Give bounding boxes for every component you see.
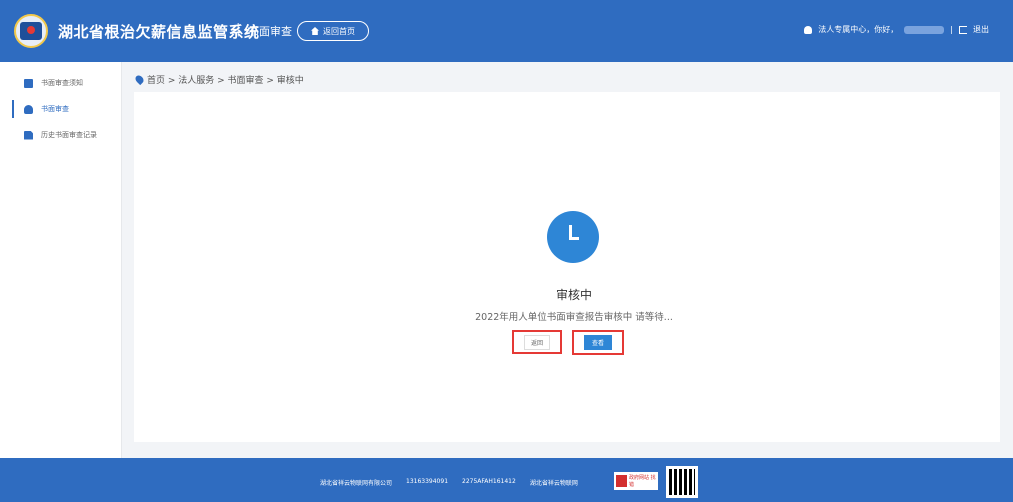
footer-slogan: 湖北省祥云物联网	[529, 480, 578, 487]
document-icon	[24, 130, 33, 140]
badge-text: 政府网站 找错	[629, 475, 656, 488]
main-content-panel	[134, 92, 1000, 442]
sidebar-item-history[interactable]: 历史书面审查记录	[0, 122, 121, 148]
footer-info: 湖北省祥云物联网有限公司 13163394091 2275AFAH161412 …	[320, 478, 578, 487]
sidebar-item-label: 历史书面审查记录	[41, 131, 97, 139]
sidebar-item-label: 书面审查	[41, 105, 69, 113]
book-icon	[24, 78, 33, 88]
clock-icon	[547, 211, 599, 263]
back-button[interactable]: 返回	[523, 334, 550, 350]
view-button[interactable]: 查看	[583, 335, 612, 350]
module-name: 书面审查	[248, 25, 292, 38]
sidebar: 书面审查须知 书面审查 历史书面审查记录	[0, 62, 122, 458]
location-pin-icon	[133, 73, 146, 86]
footer-phone: 13163394091	[406, 478, 449, 485]
logout-link[interactable]: 退出	[973, 24, 989, 35]
breadcrumb: 首页 > 法人服务 > 书面审查 > 审核中	[133, 73, 304, 86]
status-title: 审核中	[555, 288, 592, 302]
home-button[interactable]: 返回首页	[297, 21, 369, 41]
breadcrumb-text[interactable]: 首页 > 法人服务 > 书面审查 > 审核中	[147, 73, 304, 86]
user-divider: |	[950, 25, 953, 34]
user-greeting: 法人专属中心，你好，	[818, 25, 899, 34]
sidebar-item-notice[interactable]: 书面审查须知	[0, 70, 121, 96]
view-button-highlight: 查看	[572, 330, 624, 355]
badge-logo-icon	[616, 475, 628, 487]
system-title: 湖北省根治欠薪信息监管系统	[58, 23, 260, 41]
logout-icon[interactable]	[959, 25, 967, 34]
status-description: 2022年用人单位书面审查报告审核中 请等待...	[475, 312, 673, 323]
top-header: 湖北省根治欠薪信息监管系统 | 书面审查 返回首页 法人专属中心，你好， | 退…	[0, 0, 1013, 62]
user-name	[904, 25, 945, 34]
footer: 湖北省祥云物联网有限公司 13163394091 2275AFAH161412 …	[0, 458, 1013, 502]
footer-company: 湖北省祥云物联网有限公司	[320, 480, 393, 487]
user-area: 法人专属中心，你好， | 退出	[804, 24, 989, 35]
sidebar-item-review[interactable]: 书面审查	[0, 96, 121, 122]
back-button-highlight: 返回	[512, 330, 562, 354]
qr-code-icon	[666, 466, 698, 498]
home-button-label: 返回首页	[323, 26, 355, 36]
gov-website-badge[interactable]: 政府网站 找错	[614, 472, 658, 490]
person-icon	[24, 104, 33, 114]
title-separator: |	[236, 22, 241, 37]
system-logo	[14, 14, 48, 48]
footer-qq: 2275AFAH161412	[462, 478, 516, 485]
home-icon	[311, 27, 319, 35]
user-icon	[804, 25, 813, 34]
sidebar-item-label: 书面审查须知	[41, 79, 83, 87]
